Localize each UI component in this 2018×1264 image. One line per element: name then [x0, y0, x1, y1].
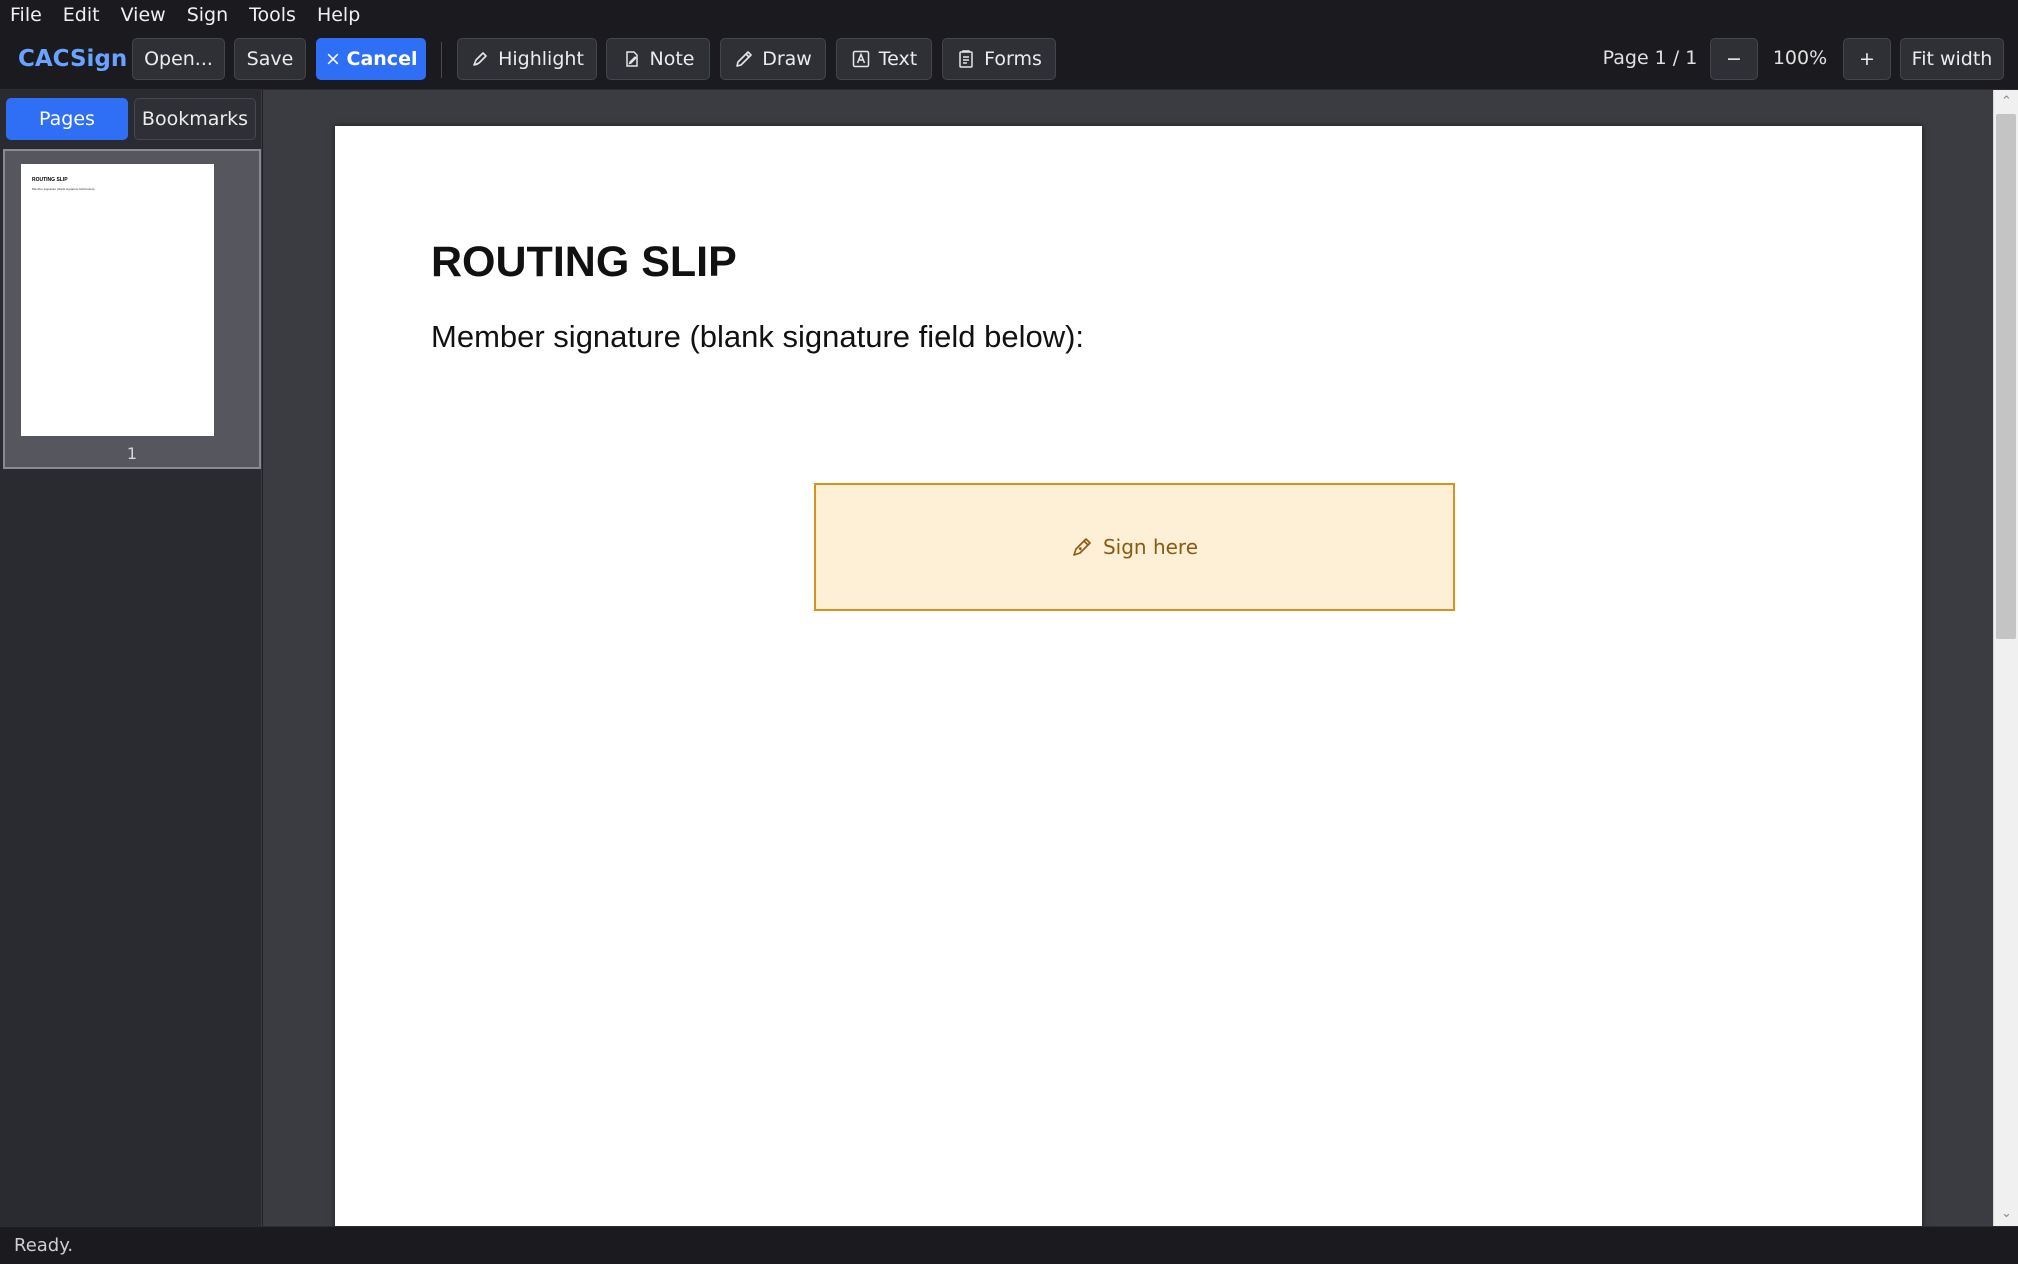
thumbnail-subtitle: Member signature (blank signature field …	[32, 187, 96, 191]
fit-width-button[interactable]: Fit width	[1900, 38, 2004, 80]
zoom-in-label: +	[1859, 48, 1875, 70]
draw-button-label: Draw	[762, 48, 812, 70]
forms-button-label: Forms	[984, 48, 1042, 70]
thumbnail-page-preview: ROUTING SLIP Member signature (blank sig…	[21, 164, 214, 436]
highlight-button[interactable]: Highlight	[457, 38, 597, 80]
tab-bookmarks[interactable]: Bookmarks	[134, 98, 256, 140]
fit-width-label: Fit width	[1911, 48, 1993, 70]
app-logo: CACSign	[18, 46, 128, 72]
tab-pages[interactable]: Pages	[6, 98, 128, 140]
menu-bar: File Edit View Sign Tools Help	[0, 0, 2018, 30]
status-text: Ready.	[14, 1235, 74, 1256]
cancel-button-label: Cancel	[346, 48, 418, 70]
menu-edit[interactable]: Edit	[63, 4, 100, 26]
scroll-down-icon[interactable]: ⌄	[1994, 1202, 2018, 1224]
zoom-in-button[interactable]: +	[1843, 38, 1891, 80]
close-icon	[327, 53, 338, 65]
text-button[interactable]: Text	[836, 38, 932, 80]
menu-tools[interactable]: Tools	[249, 4, 296, 26]
thumbnail-page-number: 1	[126, 444, 138, 463]
signature-field-label: Sign here	[1102, 535, 1199, 559]
scroll-up-icon[interactable]: ⌃	[1994, 90, 2018, 112]
zoom-level: 100%	[1772, 47, 1828, 69]
vertical-scrollbar[interactable]: ⌃ ⌄	[1993, 90, 2018, 1226]
highlighter-icon	[473, 52, 487, 66]
status-bar: Ready.	[0, 1226, 2018, 1264]
pencil-icon	[736, 51, 752, 67]
scroll-thumb[interactable]	[1996, 114, 2016, 639]
save-button[interactable]: Save	[234, 38, 306, 80]
open-button[interactable]: Open...	[132, 38, 225, 80]
tab-pages-label: Pages	[39, 108, 95, 130]
menu-file[interactable]: File	[10, 4, 42, 26]
menu-help[interactable]: Help	[317, 4, 360, 26]
open-button-label: Open...	[144, 48, 213, 70]
text-button-label: Text	[878, 48, 918, 70]
page-indicator: Page 1 / 1	[1602, 47, 1698, 69]
thumbnail-title: ROUTING SLIP	[32, 177, 68, 183]
document-page: ROUTING SLIP Member signature (blank sig…	[335, 126, 1922, 1226]
forms-button[interactable]: Forms	[942, 38, 1056, 80]
save-button-label: Save	[246, 48, 294, 70]
zoom-out-button[interactable]: −	[1710, 38, 1758, 80]
document-viewer[interactable]: ROUTING SLIP Member signature (blank sig…	[263, 90, 1993, 1226]
signature-field[interactable]: Sign here	[814, 483, 1455, 611]
note-icon	[625, 51, 638, 67]
toolbar: CACSign Open... Save Cancel Highlight No…	[0, 30, 2018, 90]
note-button[interactable]: Note	[606, 38, 710, 80]
menu-sign[interactable]: Sign	[187, 4, 228, 26]
text-box-icon	[852, 50, 870, 68]
menu-view[interactable]: View	[121, 4, 166, 26]
sidebar: Pages Bookmarks ROUTING SLIP Member sign…	[0, 90, 262, 1226]
toolbar-separator	[441, 42, 442, 78]
page-thumbnail-1[interactable]: ROUTING SLIP Member signature (blank sig…	[3, 149, 261, 469]
document-subtitle: Member signature (blank signature field …	[431, 319, 1085, 354]
form-icon	[959, 50, 973, 68]
note-button-label: Note	[649, 48, 695, 70]
pen-nib-icon	[1073, 538, 1091, 556]
highlight-button-label: Highlight	[498, 48, 584, 70]
tab-bookmarks-label: Bookmarks	[141, 108, 249, 130]
zoom-out-label: −	[1726, 48, 1742, 70]
draw-button[interactable]: Draw	[720, 38, 826, 80]
cancel-button[interactable]: Cancel	[316, 38, 426, 80]
document-title: ROUTING SLIP	[431, 238, 737, 286]
